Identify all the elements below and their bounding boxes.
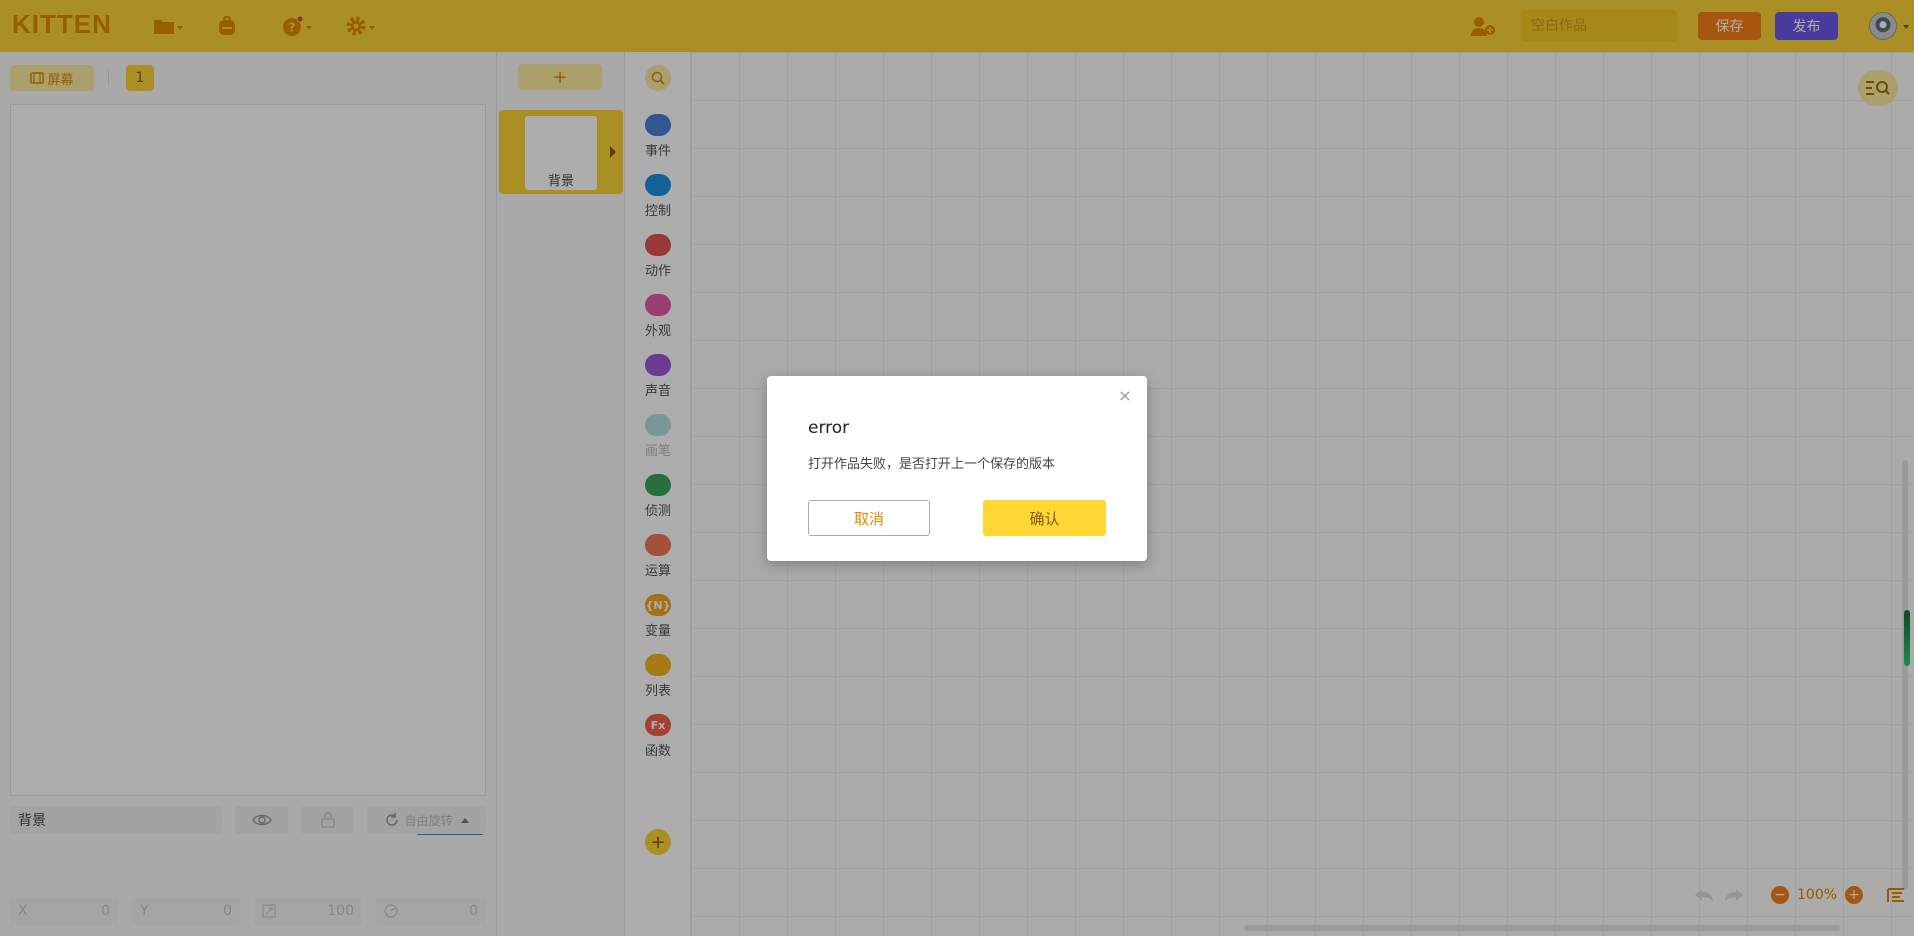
close-icon[interactable]: × bbox=[1117, 388, 1133, 404]
confirm-button[interactable]: 确认 bbox=[983, 500, 1106, 536]
dialog-message: 打开作品失败，是否打开上一个保存的版本 bbox=[808, 457, 1056, 472]
cancel-button[interactable]: 取消 bbox=[808, 500, 930, 536]
error-dialog: × error 打开作品失败，是否打开上一个保存的版本 取消 确认 bbox=[767, 376, 1147, 561]
dialog-title: error bbox=[808, 418, 850, 438]
